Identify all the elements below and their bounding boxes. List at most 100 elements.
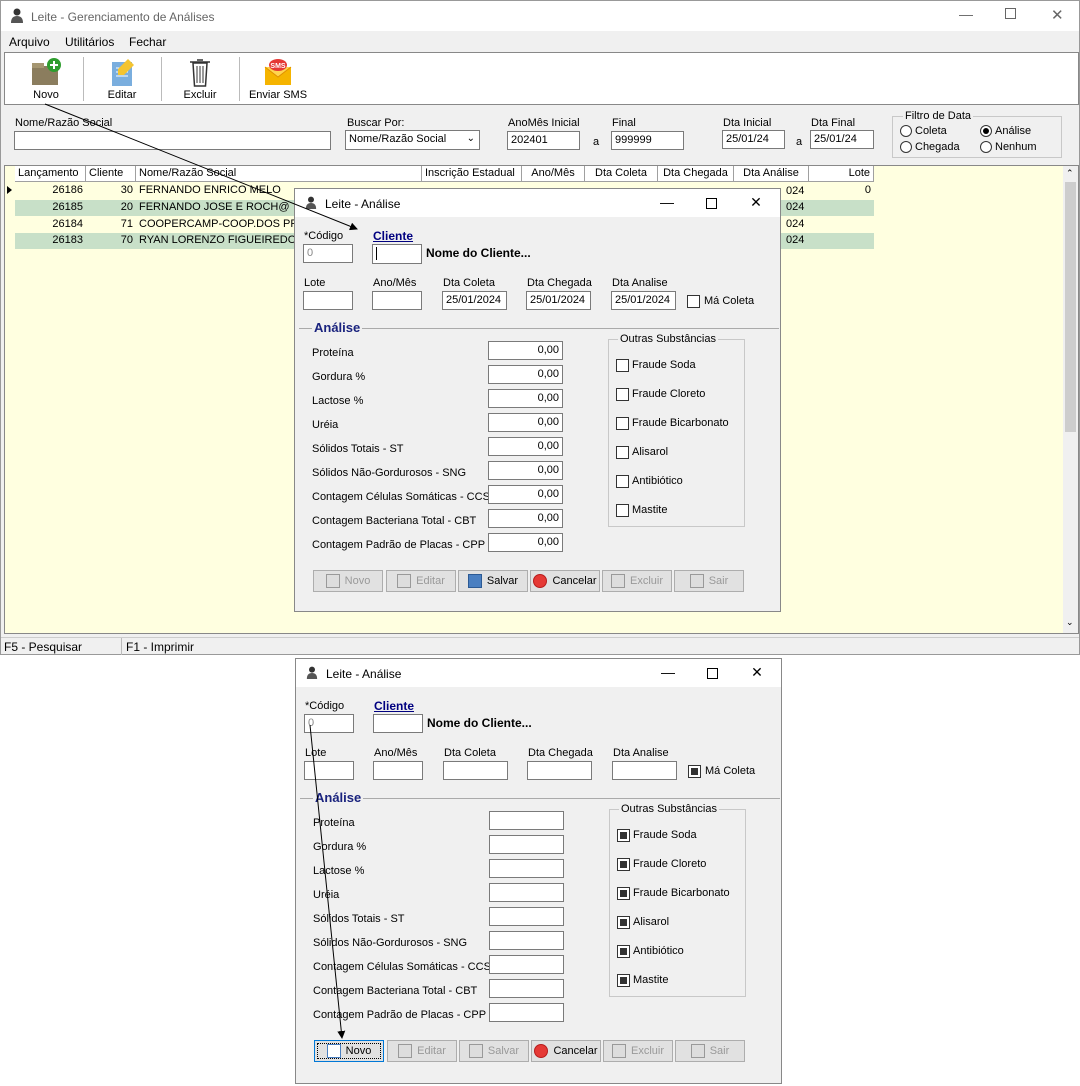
cancelar-button[interactable]: Cancelar (531, 1040, 601, 1062)
alisarol-checkbox[interactable] (617, 916, 630, 929)
enviar-sms-toolbar-button[interactable]: SMS Enviar SMS (241, 53, 315, 103)
editar-button[interactable]: Editar (386, 570, 456, 592)
field-input[interactable] (489, 883, 564, 902)
mastite-checkbox[interactable] (617, 974, 630, 987)
editar-button[interactable]: Editar (387, 1040, 457, 1062)
dta-chegada-input[interactable]: 25/01/2024 (526, 291, 591, 310)
salvar-button[interactable]: Salvar (458, 570, 528, 592)
menu-fechar[interactable]: Fechar (129, 35, 166, 49)
menu-utilitarios[interactable]: Utilitários (65, 35, 114, 49)
col-dta-coleta[interactable]: Dta Coleta (585, 166, 658, 182)
scroll-up-icon[interactable]: ⌃ (1066, 168, 1074, 179)
fraude-cloreto-checkbox[interactable] (617, 858, 630, 871)
field-input[interactable]: 0,00 (488, 413, 563, 432)
buscar-por-select[interactable]: Nome/Razão Social ⌄ (345, 130, 480, 150)
minimize-icon[interactable]: — (657, 194, 677, 210)
col-lancamento[interactable]: Lançamento (15, 166, 86, 182)
cancelar-button[interactable]: Cancelar (530, 570, 600, 592)
col-anomes[interactable]: Ano/Mês (522, 166, 585, 182)
sair-button[interactable]: Sair (675, 1040, 745, 1062)
fraude-bicarbonato-checkbox[interactable] (617, 887, 630, 900)
col-nome[interactable]: Nome/Razão Social (136, 166, 422, 182)
menu-arquivo[interactable]: Arquivo (9, 35, 50, 49)
dta-final-input[interactable]: 25/01/24 (810, 130, 874, 149)
excluir-button[interactable]: Excluir (603, 1040, 673, 1062)
fraude-soda-checkbox[interactable] (616, 359, 629, 372)
radio-chegada[interactable] (900, 141, 912, 153)
dta-coleta-input[interactable]: 25/01/2024 (442, 291, 507, 310)
col-lote[interactable]: Lote (809, 166, 874, 182)
field-input[interactable]: 0,00 (488, 365, 563, 384)
radio-analise[interactable] (980, 125, 992, 137)
sair-button[interactable]: Sair (674, 570, 744, 592)
col-inscricao[interactable]: Inscrição Estadual (422, 166, 522, 182)
scroll-thumb[interactable] (1065, 182, 1076, 432)
lote-input[interactable] (304, 761, 354, 780)
fraude-bicarbonato-checkbox[interactable] (616, 417, 629, 430)
anomes-input[interactable] (372, 291, 422, 310)
dta-inicial-input[interactable]: 25/01/24 (722, 130, 785, 149)
field-input[interactable]: 0,00 (488, 509, 563, 528)
close-icon[interactable]: ✕ (1051, 6, 1064, 24)
app-icon (306, 666, 318, 679)
fraude-soda-checkbox[interactable] (617, 829, 630, 842)
col-dta-analise[interactable]: Dta Análise (734, 166, 809, 182)
cliente-input[interactable] (372, 244, 422, 264)
novo-button[interactable]: Novo (313, 570, 383, 592)
dta-coleta-input[interactable] (443, 761, 508, 780)
field-input[interactable]: 0,00 (488, 437, 563, 456)
field-input[interactable] (489, 931, 564, 950)
radio-nenhum[interactable] (980, 141, 992, 153)
alisarol-checkbox[interactable] (616, 446, 629, 459)
field-input[interactable] (489, 907, 564, 926)
field-input[interactable] (489, 1003, 564, 1022)
field-input[interactable]: 0,00 (488, 341, 563, 360)
minimize-icon[interactable]: — (959, 6, 973, 22)
fraude-cloreto-checkbox[interactable] (616, 388, 629, 401)
scroll-down-icon[interactable]: ⌄ (1066, 617, 1074, 628)
field-input[interactable]: 0,00 (488, 461, 563, 480)
lote-input[interactable] (303, 291, 353, 310)
final-input[interactable]: 999999 (611, 131, 684, 150)
ma-coleta-checkbox[interactable] (688, 765, 701, 778)
antibiotico-checkbox[interactable] (616, 475, 629, 488)
editar-toolbar-button[interactable]: Editar (85, 53, 159, 103)
col-dta-chegada[interactable]: Dta Chegada (658, 166, 734, 182)
cliente-link[interactable]: Cliente (374, 699, 414, 713)
field-input[interactable] (489, 955, 564, 974)
antibiotico-checkbox[interactable] (617, 945, 630, 958)
excluir-button[interactable]: Excluir (602, 570, 672, 592)
field-input[interactable]: 0,00 (488, 533, 563, 552)
codigo-input[interactable]: 0 (304, 714, 354, 733)
novo-toolbar-button[interactable]: Novo (9, 53, 83, 103)
anomes-input[interactable] (373, 761, 423, 780)
col-cliente[interactable]: Cliente (86, 166, 136, 182)
close-icon[interactable]: ✕ (747, 664, 767, 681)
mastite-checkbox[interactable] (616, 504, 629, 517)
maximize-icon[interactable] (1005, 8, 1016, 19)
close-icon[interactable]: ✕ (746, 194, 766, 211)
dta-analise-input[interactable] (612, 761, 677, 780)
nome-filter-input[interactable] (14, 131, 331, 150)
field-input[interactable] (489, 811, 564, 830)
salvar-button[interactable]: Salvar (459, 1040, 529, 1062)
maximize-icon[interactable] (706, 198, 717, 209)
minimize-icon[interactable]: — (658, 664, 678, 680)
field-input[interactable] (489, 859, 564, 878)
vertical-scrollbar[interactable]: ⌃ ⌄ (1063, 166, 1078, 633)
field-input[interactable] (489, 979, 564, 998)
ma-coleta-checkbox[interactable] (687, 295, 700, 308)
field-input[interactable]: 0,00 (488, 485, 563, 504)
cliente-link[interactable]: Cliente (373, 229, 413, 243)
codigo-input[interactable]: 0 (303, 244, 353, 263)
excluir-toolbar-button[interactable]: Excluir (163, 53, 237, 103)
novo-button[interactable]: Novo (314, 1040, 384, 1062)
field-input[interactable]: 0,00 (488, 389, 563, 408)
maximize-icon[interactable] (707, 668, 718, 679)
radio-coleta[interactable] (900, 125, 912, 137)
cliente-input[interactable] (373, 714, 423, 733)
dta-analise-input[interactable]: 25/01/2024 (611, 291, 676, 310)
field-input[interactable] (489, 835, 564, 854)
dta-chegada-input[interactable] (527, 761, 592, 780)
anomes-inicial-input[interactable]: 202401 (507, 131, 580, 150)
